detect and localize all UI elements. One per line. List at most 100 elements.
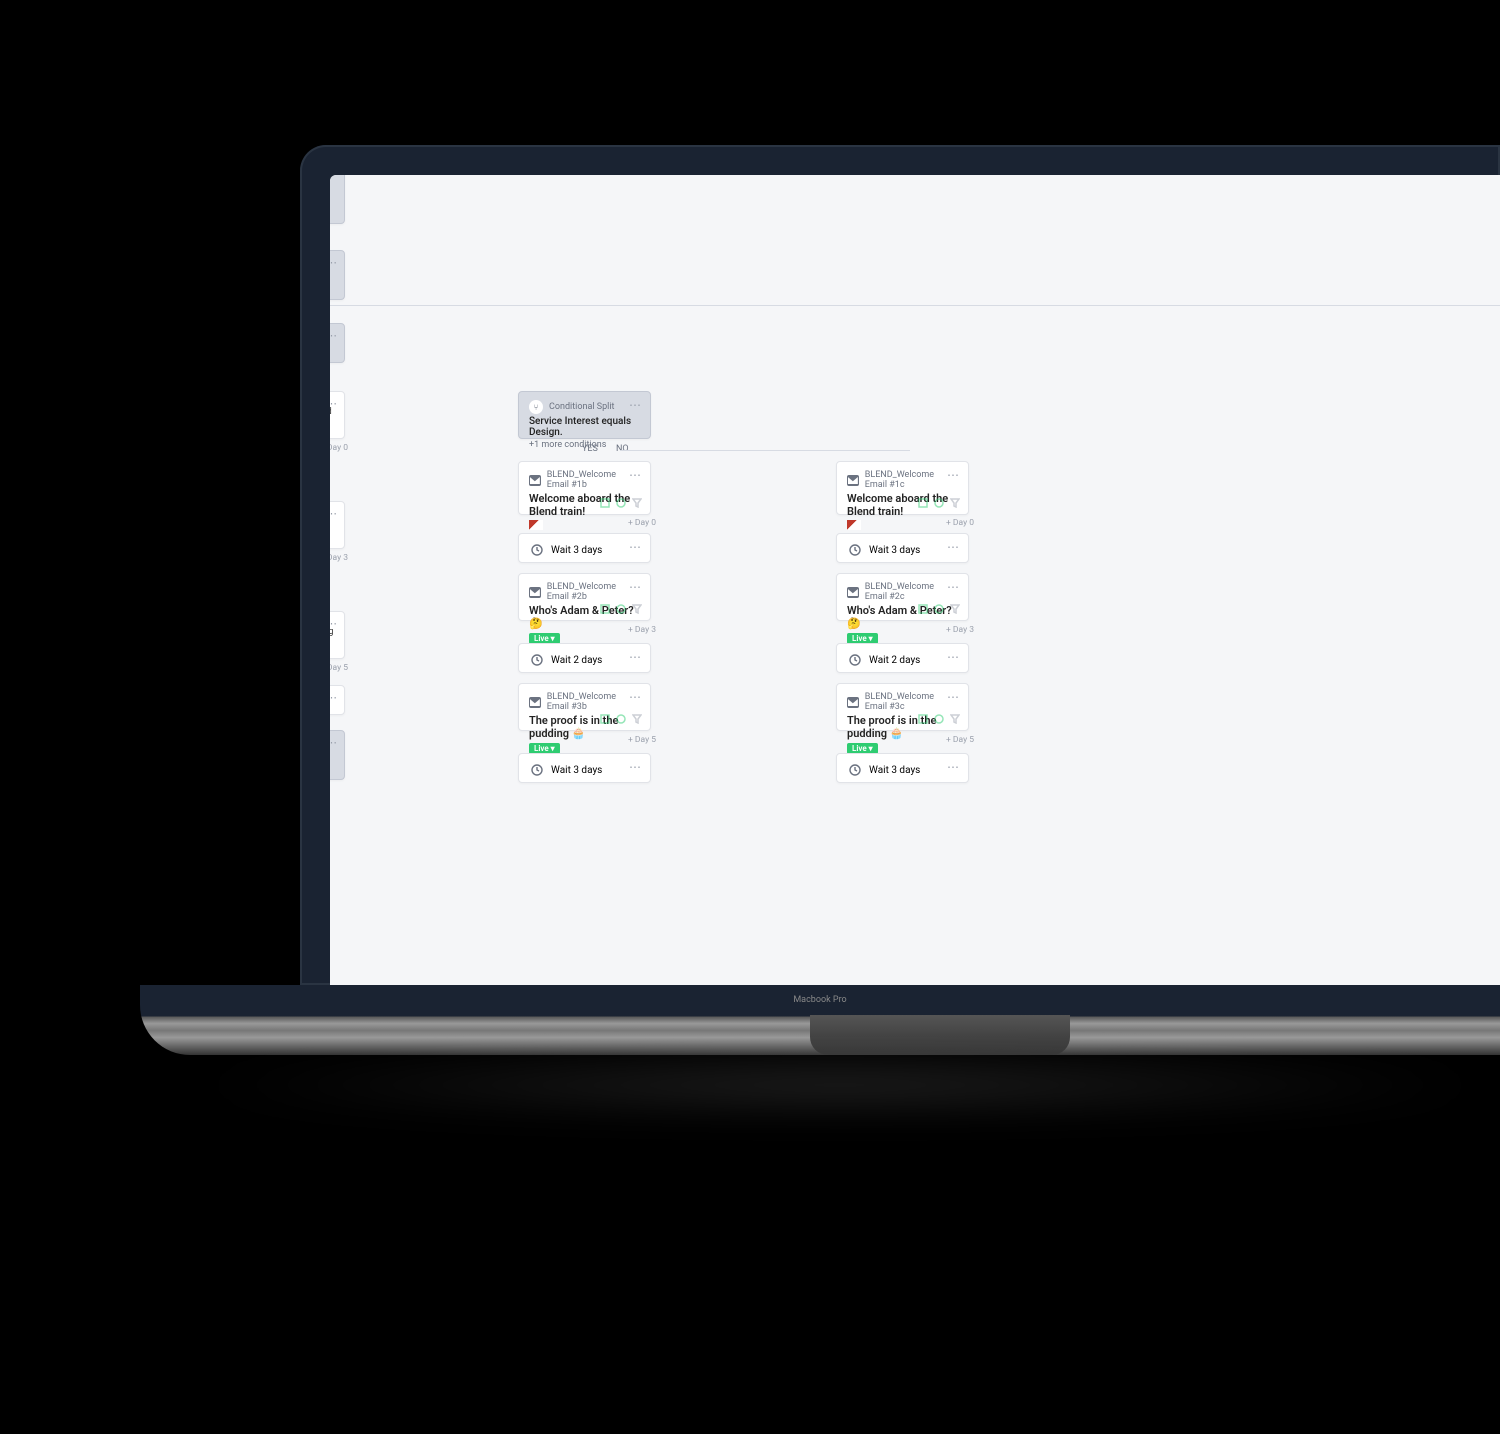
wait-node-stub[interactable]: ⋯ [330, 685, 345, 715]
metric-icon [616, 714, 626, 724]
email-icon [529, 587, 541, 598]
day-label: + Day 3 [946, 625, 974, 635]
metric-icon [918, 604, 928, 614]
filter-icon [632, 714, 642, 724]
wait-title: Wait 3 days [551, 545, 602, 556]
node-menu-icon[interactable]: ⋯ [330, 329, 338, 342]
email-node-3a[interactable]: ⋯ Email #3a n the pudding 🧁 [330, 611, 345, 659]
conditional-welcome-node[interactable]: ⋯ sational Welcome [330, 250, 345, 300]
metric-icon [616, 604, 626, 614]
node-menu-icon[interactable]: ⋯ [330, 507, 338, 520]
device-label: Macbook Pro [140, 995, 1500, 1005]
wait-node-c1[interactable]: ⋯ Wait 3 days [836, 533, 969, 563]
clock-icon [849, 654, 861, 666]
clock-icon [531, 654, 543, 666]
clock-icon [849, 764, 861, 776]
wait-title: Wait 2 days [551, 655, 602, 666]
node-menu-icon[interactable]: ⋯ [947, 580, 960, 594]
wait-title: Wait 3 days [869, 545, 920, 556]
node-menu-icon[interactable]: ⋯ [330, 736, 338, 749]
email-label: BLEND_Welcome Email #3b [547, 692, 640, 712]
connector-line [620, 450, 910, 451]
wait-node-b2[interactable]: ⋯ Wait 2 days [518, 643, 651, 673]
node-menu-icon[interactable]: ⋯ [629, 580, 642, 594]
day-label: + Day 5 [330, 663, 348, 673]
node-menu-icon[interactable]: ⋯ [330, 256, 338, 269]
metric-icon [616, 498, 626, 508]
email-node-2b[interactable]: ⋯ BLEND_Welcome Email #2b Who's Adam & P… [518, 573, 651, 621]
day-label: + Day 5 [628, 735, 656, 745]
split-title: Service Interest equals Design. [529, 416, 640, 438]
laptop-frame: subscribes to ⋯ sational Welcome YES NO … [300, 145, 1500, 985]
clock-icon [531, 764, 543, 776]
email-node-1c[interactable]: ⋯ BLEND_Welcome Email #1c Welcome aboard… [836, 461, 969, 515]
filter-icon [950, 604, 960, 614]
email-node-1b[interactable]: ⋯ BLEND_Welcome Email #1b Welcome aboard… [518, 461, 651, 515]
metric-icon [934, 498, 944, 508]
trigger-node[interactable]: subscribes to [330, 175, 345, 224]
node-menu-icon[interactable]: ⋯ [629, 650, 642, 664]
wait-title: Wait 3 days [869, 765, 920, 776]
wait-title: Wait 3 days [551, 765, 602, 776]
screen: subscribes to ⋯ sational Welcome YES NO … [330, 175, 1500, 985]
wait-title: Wait 2 days [869, 655, 920, 666]
node-menu-icon[interactable]: ⋯ [947, 690, 960, 704]
email-node-2c[interactable]: ⋯ BLEND_Welcome Email #2c Who's Adam & P… [836, 573, 969, 621]
node-menu-icon[interactable]: ⋯ [947, 468, 960, 482]
node-menu-icon[interactable]: ⋯ [629, 540, 642, 554]
email-node-1a[interactable]: ⋯ Email #1a ard the Blend train! [330, 391, 345, 439]
email-node-3b[interactable]: ⋯ BLEND_Welcome Email #3b The proof is i… [518, 683, 651, 731]
filter-icon [950, 714, 960, 724]
email-icon [847, 697, 859, 708]
clock-icon [849, 544, 861, 556]
metric-icon [600, 498, 610, 508]
metric-icon [600, 604, 610, 614]
metric-icon [600, 714, 610, 724]
conditional-active-node[interactable]: ⋯ Site at least once s flow. [330, 730, 345, 780]
split-icon: ⑂ [529, 400, 543, 414]
node-menu-icon[interactable]: ⋯ [330, 691, 338, 704]
wait-node-b1[interactable]: ⋯ Wait 3 days [518, 533, 651, 563]
email-label: BLEND_Welcome Email #1b [547, 470, 640, 490]
email-label: BLEND_Welcome Email #2c [865, 582, 958, 602]
email-node-3c[interactable]: ⋯ BLEND_Welcome Email #3c The proof is i… [836, 683, 969, 731]
node-menu-icon[interactable]: ⋯ [947, 540, 960, 554]
branch-no: NO [616, 444, 629, 454]
wait-node-b3[interactable]: ⋯ Wait 3 days [518, 753, 651, 783]
email-node-2a[interactable]: ⋯ Email #2a Peter? 🤔 [330, 501, 345, 549]
email-thumbnail [847, 520, 861, 530]
metric-icon [934, 714, 944, 724]
node-menu-icon[interactable]: ⋯ [947, 650, 960, 664]
node-menu-icon[interactable]: ⋯ [330, 397, 338, 410]
node-menu-icon[interactable]: ⋯ [629, 468, 642, 482]
email-label: BLEND_Welcome Email #3c [865, 692, 958, 712]
branch-yes: YES [582, 444, 598, 454]
conditional-split-design[interactable]: ⋯ ⑂ Conditional Split Service Interest e… [518, 391, 651, 439]
node-menu-icon[interactable]: ⋯ [947, 760, 960, 774]
filter-icon [632, 498, 642, 508]
clock-icon [531, 544, 543, 556]
node-menu-icon[interactable]: ⋯ [629, 760, 642, 774]
flow-canvas[interactable]: subscribes to ⋯ sational Welcome YES NO … [330, 175, 1500, 985]
filter-icon [950, 498, 960, 508]
email-icon [529, 697, 541, 708]
email-thumbnail [529, 520, 543, 530]
laptop-notch [810, 1015, 1070, 1055]
day-label: + Day 0 [946, 518, 974, 528]
email-label: BLEND_Welcome Email #2b [547, 582, 640, 602]
laptop-shadow [180, 1055, 1500, 1115]
day-label: + Day 0 [628, 518, 656, 528]
email-icon [847, 587, 859, 598]
day-label: + Day 3 [330, 553, 348, 563]
conditional-marketing-node[interactable]: ⋯ t equals Marketing. [330, 323, 345, 363]
day-label: + Day 0 [330, 443, 348, 453]
node-menu-icon[interactable]: ⋯ [330, 617, 338, 630]
connector-line [330, 305, 1500, 306]
node-menu-icon[interactable]: ⋯ [629, 398, 642, 412]
wait-node-c2[interactable]: ⋯ Wait 2 days [836, 643, 969, 673]
wait-node-c3[interactable]: ⋯ Wait 3 days [836, 753, 969, 783]
day-label: + Day 5 [946, 735, 974, 745]
node-menu-icon[interactable]: ⋯ [629, 690, 642, 704]
email-icon [529, 475, 541, 486]
email-icon [847, 475, 859, 486]
